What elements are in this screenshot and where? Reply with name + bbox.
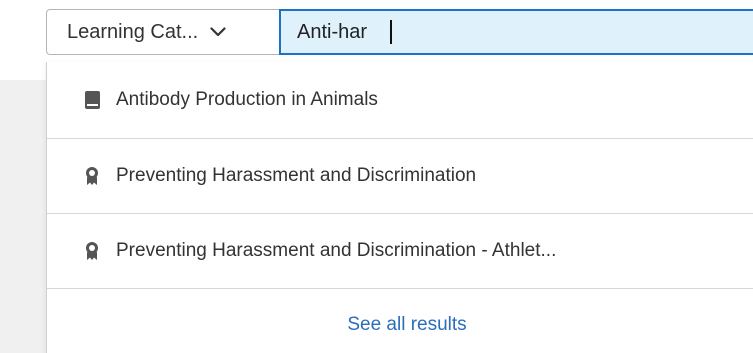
book-icon bbox=[82, 89, 102, 111]
award-ribbon-icon bbox=[82, 240, 102, 262]
see-all-results-link[interactable]: See all results bbox=[47, 289, 753, 353]
suggestion-item[interactable]: Preventing Harassment and Discrimination bbox=[47, 139, 753, 214]
category-dropdown-label: Learning Cat... bbox=[67, 20, 199, 43]
suggestion-item[interactable]: Antibody Production in Animals bbox=[47, 62, 753, 139]
page: Learning Cat... Antibody Production in A… bbox=[0, 0, 753, 353]
search-input[interactable] bbox=[279, 9, 753, 55]
award-ribbon-icon bbox=[82, 165, 102, 187]
suggestion-label: Preventing Harassment and Discrimination bbox=[116, 165, 477, 186]
suggestion-item[interactable]: Preventing Harassment and Discrimination… bbox=[47, 214, 753, 289]
search-bar: Learning Cat... bbox=[46, 9, 753, 55]
suggestion-label: Preventing Harassment and Discrimination… bbox=[116, 240, 557, 261]
background-panel bbox=[0, 80, 46, 353]
suggestion-label: Antibody Production in Animals bbox=[116, 89, 378, 110]
text-cursor bbox=[390, 20, 392, 44]
chevron-down-icon bbox=[210, 27, 226, 37]
category-dropdown[interactable]: Learning Cat... bbox=[46, 9, 279, 55]
search-suggestions-dropdown: Antibody Production in Animals Preventin… bbox=[46, 62, 753, 353]
